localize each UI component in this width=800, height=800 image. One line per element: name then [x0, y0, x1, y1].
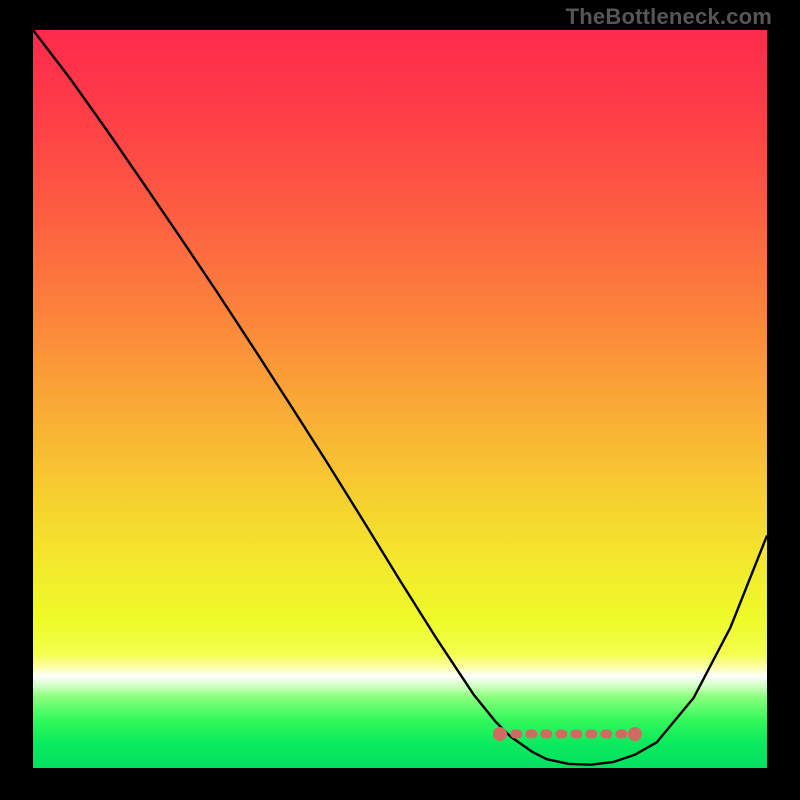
flat-bottom-marker-end-1 [628, 727, 642, 741]
chart-svg [33, 30, 767, 768]
watermark-text: TheBottleneck.com [566, 4, 772, 30]
flat-bottom-marker-end-0 [493, 727, 507, 741]
chart-background [33, 30, 767, 768]
chart-frame: TheBottleneck.com [0, 0, 800, 800]
chart-plot-area [33, 30, 767, 768]
